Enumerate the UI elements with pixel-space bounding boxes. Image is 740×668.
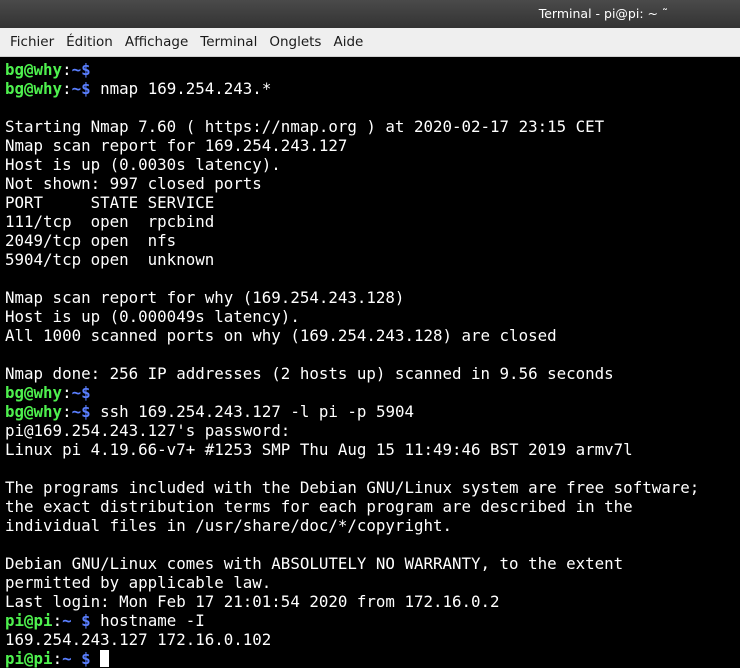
output-text: pi@169.254.243.127's password: (5, 421, 291, 440)
prompt-separator: : (62, 402, 72, 421)
terminal-output-line: 169.254.243.127 172.16.0.102 (5, 630, 699, 649)
output-text: permitted by applicable law. (5, 573, 272, 592)
terminal-output-line: Nmap scan report for why (169.254.243.12… (5, 288, 699, 307)
terminal-output-line: Last login: Mon Feb 17 21:01:54 2020 fro… (5, 592, 699, 611)
terminal-output-line: Starting Nmap 7.60 ( https://nmap.org ) … (5, 117, 699, 136)
menu-bar: Fichier Édition Affichage Terminal Ongle… (0, 28, 740, 57)
menu-fichier[interactable]: Fichier (4, 30, 60, 54)
output-text: Not shown: 997 closed ports (5, 174, 262, 193)
prompt-path: ~ (71, 383, 82, 402)
output-text: 111/tcp open rpcbind (5, 212, 215, 231)
prompt-separator: : (62, 383, 72, 402)
terminal-output-line: Linux pi 4.19.66-v7+ #1253 SMP Thu Aug 1… (5, 440, 699, 459)
terminal-output-line: Host is up (0.000049s latency). (5, 307, 699, 326)
output-text: Nmap scan report for why (169.254.243.12… (5, 288, 405, 307)
window-titlebar[interactable]: Terminal - pi@pi: ~ ˜ (0, 0, 740, 28)
prompt-separator: : (62, 60, 72, 79)
output-text: All 1000 scanned ports on why (169.254.2… (5, 326, 557, 345)
terminal-prompt-line: bg@why:~$ (5, 383, 699, 402)
output-text: 169.254.243.127 172.16.0.102 (5, 630, 272, 649)
prompt-path: ~ (71, 60, 82, 79)
prompt-user-host: bg@why (5, 79, 63, 98)
prompt-symbol: $ (71, 611, 91, 630)
terminal-output-line: individual files in /usr/share/doc/*/cop… (5, 516, 699, 535)
prompt-path: ~ (71, 79, 82, 98)
prompt-command: nmap 169.254.243.* (90, 79, 272, 98)
output-text: the exact distribution terms for each pr… (5, 497, 633, 516)
output-text: 5904/tcp open unknown (5, 250, 215, 269)
output-text: Linux pi 4.19.66-v7+ #1253 SMP Thu Aug 1… (5, 440, 633, 459)
prompt-symbol: $ (81, 60, 91, 79)
prompt-path: ~ (62, 611, 72, 630)
terminal-output-line: pi@169.254.243.127's password: (5, 421, 699, 440)
menu-aide[interactable]: Aide (327, 30, 369, 54)
prompt-symbol: $ (71, 649, 91, 668)
output-text: Last login: Mon Feb 17 21:01:54 2020 fro… (5, 592, 500, 611)
prompt-symbol: $ (81, 402, 91, 421)
terminal-output-line: 5904/tcp open unknown (5, 250, 699, 269)
terminal-prompt-line: bg@why:~$ (5, 60, 699, 79)
prompt-separator: : (52, 611, 63, 630)
terminal-lines: bg@why:~$ bg@why:~$ nmap 169.254.243.* Sta… (5, 60, 699, 668)
terminal-output-line: Host is up (0.0030s latency). (5, 155, 699, 174)
prompt-path: ~ (62, 649, 72, 668)
terminal-output-line: 111/tcp open rpcbind (5, 212, 699, 231)
terminal-output-line: All 1000 scanned ports on why (169.254.2… (5, 326, 699, 345)
terminal-prompt-line: bg@why:~$ nmap 169.254.243.* (5, 79, 699, 98)
prompt-symbol: $ (81, 383, 91, 402)
prompt-command: ssh 169.254.243.127 -l pi -p 5904 (90, 402, 414, 421)
chevron-down-icon[interactable]: ˜ (662, 7, 668, 21)
menu-affichage[interactable]: Affichage (119, 30, 194, 54)
output-text: Debian GNU/Linux comes with ABSOLUTELY N… (5, 554, 624, 573)
prompt-user-host: bg@why (5, 383, 63, 402)
prompt-user-host: bg@why (5, 60, 63, 79)
terminal-output-line: 2049/tcp open nfs (5, 231, 699, 250)
prompt-command: hostname -I (90, 611, 205, 630)
window-title: Terminal - pi@pi: ~ ˜ (539, 6, 668, 21)
terminal-output[interactable]: bg@why:~$ bg@why:~$ nmap 169.254.243.* Sta… (0, 57, 740, 668)
prompt-user-host: pi@pi (5, 649, 53, 668)
terminal-output-line: The programs included with the Debian GN… (5, 478, 699, 497)
output-text: Nmap done: 256 IP addresses (2 hosts up)… (5, 364, 614, 383)
output-text: PORT STATE SERVICE (5, 193, 215, 212)
prompt-path: ~ (71, 402, 82, 421)
prompt-user-host: pi@pi (5, 611, 53, 630)
window-title-text: Terminal - pi@pi: ~ (538, 6, 658, 21)
terminal-output-line: Nmap scan report for 169.254.243.127 (5, 136, 699, 155)
output-text: Host is up (0.000049s latency). (5, 307, 300, 326)
prompt-separator: : (52, 649, 63, 668)
terminal-output-line: permitted by applicable law. (5, 573, 699, 592)
terminal-output-line: the exact distribution terms for each pr… (5, 497, 699, 516)
prompt-command (91, 649, 101, 668)
output-text: The programs included with the Debian GN… (5, 478, 700, 497)
menu-terminal[interactable]: Terminal (194, 30, 263, 54)
terminal-cursor (100, 650, 110, 667)
menu-onglets[interactable]: Onglets (263, 30, 327, 54)
prompt-symbol: $ (81, 79, 91, 98)
prompt-separator: : (62, 79, 72, 98)
terminal-output-line: Not shown: 997 closed ports (5, 174, 699, 193)
terminal-prompt-line: pi@pi:~ $ (5, 649, 699, 668)
terminal-prompt-line: bg@why:~$ ssh 169.254.243.127 -l pi -p 5… (5, 402, 699, 421)
output-text: Starting Nmap 7.60 ( https://nmap.org ) … (5, 117, 605, 136)
terminal-output-line: Nmap done: 256 IP addresses (2 hosts up)… (5, 364, 699, 383)
terminal-prompt-line: pi@pi:~ $ hostname -I (5, 611, 699, 630)
output-text: Host is up (0.0030s latency). (5, 155, 281, 174)
menu-edition[interactable]: Édition (60, 30, 119, 54)
output-text: 2049/tcp open nfs (5, 231, 177, 250)
prompt-user-host: bg@why (5, 402, 63, 421)
output-text: individual files in /usr/share/doc/*/cop… (5, 516, 452, 535)
output-text: Nmap scan report for 169.254.243.127 (5, 136, 348, 155)
terminal-output-line: Debian GNU/Linux comes with ABSOLUTELY N… (5, 554, 699, 573)
terminal-output-line: PORT STATE SERVICE (5, 193, 699, 212)
